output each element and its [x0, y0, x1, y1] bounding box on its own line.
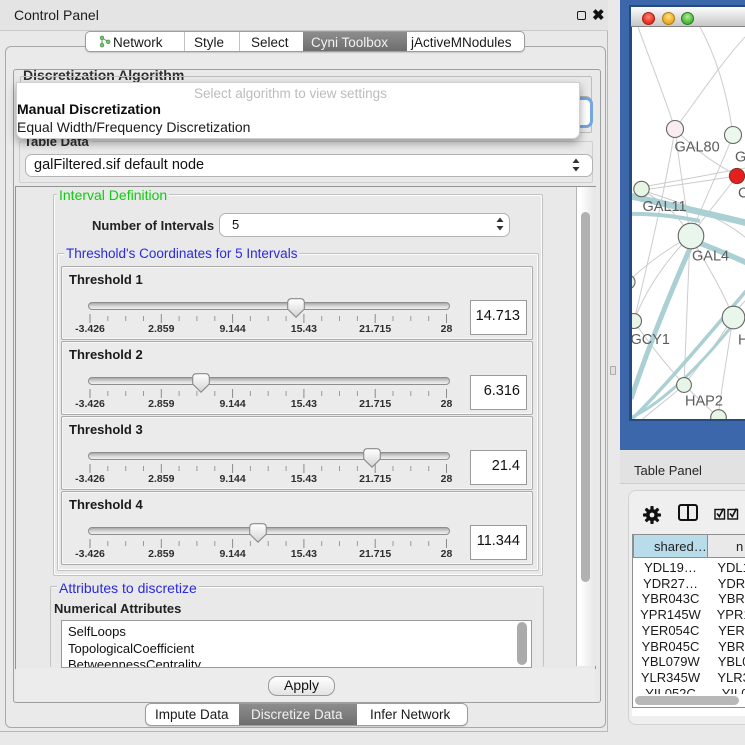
svg-text:GAL11: GAL11 — [643, 199, 687, 215]
svg-text:CD: CD — [738, 186, 745, 202]
svg-text:GAL80: GAL80 — [675, 140, 720, 156]
svg-text:GAL4: GAL4 — [692, 249, 729, 265]
svg-text:GCY1: GCY1 — [632, 332, 670, 348]
svg-text:HIS: HIS — [738, 333, 745, 349]
svg-text:GA: GA — [735, 150, 745, 166]
svg-text:HAP2: HAP2 — [685, 394, 723, 410]
